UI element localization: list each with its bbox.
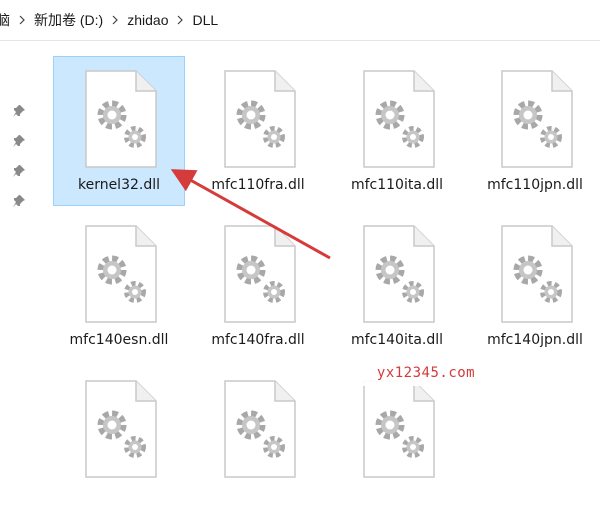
file-name: mfc110ita.dll xyxy=(350,177,444,193)
file-tile[interactable]: mfc110jpn.dll xyxy=(469,56,600,206)
watermark: yx12345.com xyxy=(361,360,491,386)
chevron-right-icon[interactable] xyxy=(111,15,119,25)
file-tile[interactable]: mfc140jpn.dll xyxy=(469,211,600,361)
chevron-right-icon[interactable] xyxy=(18,15,26,25)
file-tile[interactable]: mfc140esn.dll xyxy=(53,211,185,361)
dll-file-icon xyxy=(85,225,157,323)
file-name: mfc140fra.dll xyxy=(211,332,305,348)
chevron-right-icon[interactable] xyxy=(176,15,184,25)
dll-file-icon xyxy=(224,380,296,478)
dll-file-icon xyxy=(224,225,296,323)
file-name: mfc140esn.dll xyxy=(69,332,169,348)
dll-file-icon xyxy=(363,70,435,168)
breadcrumb-item-drive-d[interactable]: 新加卷 (D:) xyxy=(32,10,105,30)
address-bar[interactable]: 脑 新加卷 (D:) zhidao DLL xyxy=(0,0,600,41)
dll-file-icon xyxy=(501,225,573,323)
file-name: mfc110fra.dll xyxy=(211,177,305,193)
file-tile[interactable] xyxy=(331,366,463,516)
breadcrumb-item-zhidao[interactable]: zhidao xyxy=(125,12,170,28)
dll-file-icon xyxy=(85,380,157,478)
dll-file-icon xyxy=(363,225,435,323)
file-tile[interactable]: mfc140ita.dll xyxy=(331,211,463,361)
dll-file-icon xyxy=(363,380,435,478)
file-tile[interactable]: kernel32.dll xyxy=(53,56,185,206)
dll-file-icon xyxy=(85,70,157,168)
file-tile[interactable] xyxy=(53,366,185,516)
dll-file-icon xyxy=(224,70,296,168)
file-name: mfc140ita.dll xyxy=(350,332,444,348)
breadcrumb-item-dll[interactable]: DLL xyxy=(190,12,220,28)
file-tile[interactable]: mfc110fra.dll xyxy=(192,56,324,206)
breadcrumb-item-this-pc[interactable]: 脑 xyxy=(0,10,12,30)
file-grid: kernel32.dll mfc110fra.dll mfc110ita.dll… xyxy=(0,41,600,478)
file-name: kernel32.dll xyxy=(77,177,161,193)
file-tile[interactable]: mfc110ita.dll xyxy=(331,56,463,206)
dll-file-icon xyxy=(501,70,573,168)
file-tile[interactable]: mfc140fra.dll xyxy=(192,211,324,361)
file-name: mfc110jpn.dll xyxy=(487,177,583,193)
file-tile[interactable] xyxy=(192,366,324,516)
file-name: mfc140jpn.dll xyxy=(487,332,583,348)
